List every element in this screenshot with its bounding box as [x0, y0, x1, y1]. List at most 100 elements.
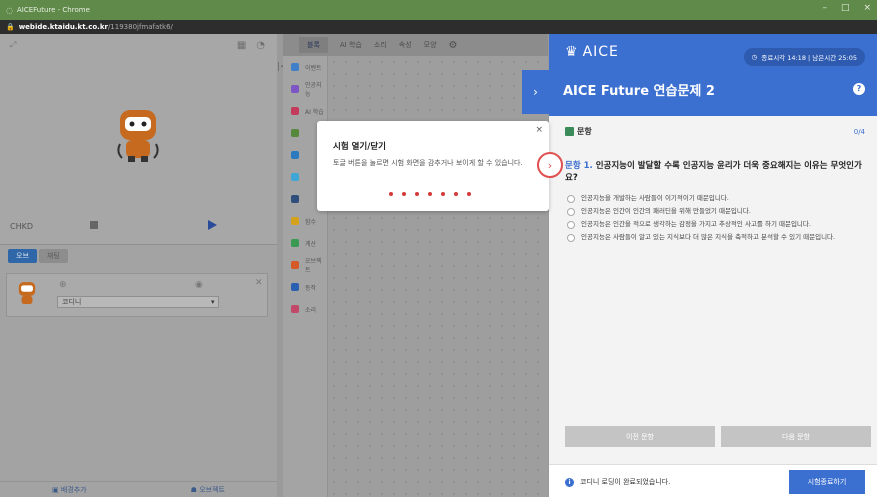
popup-next-button[interactable]: › — [537, 152, 563, 178]
end-exam-button[interactable]: 시험종료하기 — [789, 470, 865, 494]
answer-option-text: 인공지능은 사람들이 알고 있는 지식보다 더 많은 지식을 축적하고 분석할 … — [581, 233, 836, 241]
step-dots — [389, 192, 471, 196]
add-object-button[interactable]: ☗ 오브젝트 — [191, 485, 225, 495]
answer-option-text: 인공지능을 개발하는 사람들이 이기적이기 때문입니다. — [581, 194, 729, 202]
category-icon — [291, 305, 299, 313]
question-icon — [565, 127, 574, 136]
step-dot[interactable] — [454, 192, 458, 196]
aice-logo-text: AICE — [582, 44, 619, 60]
category-icon — [291, 283, 299, 291]
category-icon — [291, 129, 299, 137]
category-label: AI 학습 — [305, 108, 324, 116]
help-button[interactable]: ? — [853, 83, 865, 95]
question-nav: 이전 문항 다음 문항 — [565, 426, 871, 447]
category-item[interactable]: 동작 — [283, 276, 327, 298]
category-item[interactable]: 계산 — [283, 232, 327, 254]
category-icon — [291, 151, 299, 159]
category-label: 계산 — [305, 240, 317, 248]
tab-properties[interactable]: 속성 — [399, 40, 412, 50]
exam-toggle-button[interactable]: › — [522, 70, 549, 114]
lock-icon: 🔒 — [6, 23, 15, 31]
tab-shape[interactable]: 모양 — [424, 40, 437, 50]
step-dot[interactable] — [389, 192, 393, 196]
chevron-down-icon[interactable]: ▾ — [211, 298, 215, 306]
robot-thumbnail-icon — [18, 282, 36, 304]
visible-icon[interactable]: ◉ — [195, 280, 203, 290]
stage-toolbar: ▦ ◔ — [237, 40, 265, 51]
object-panel: 오브 채팅 ⊕ ◉ ✕ 코디니 ▾ ▣ 배경추가 ☗ 오브젝트 — [0, 244, 277, 497]
app-icon: ◌ — [6, 5, 13, 15]
window-title: AICEFuture - Chrome — [16, 6, 90, 14]
category-item[interactable]: 함수 — [283, 210, 327, 232]
loading-message: 코디니 로딩이 완료되었습니다. — [580, 478, 671, 486]
question-panel: ♛ AICE ◷ 종료시각 14:18 | 남은시간 25:05 AICE Fu… — [549, 34, 877, 497]
grid-icon[interactable]: ▦ — [237, 40, 246, 51]
lock-object-icon[interactable]: ⊕ — [59, 280, 67, 290]
radio-button[interactable] — [567, 221, 575, 229]
next-question-button[interactable]: 다음 문항 — [721, 426, 871, 447]
category-label: 오브젝트 — [304, 258, 322, 274]
maximize-button[interactable]: □ — [841, 3, 850, 13]
category-item[interactable]: 소리 — [283, 298, 327, 320]
step-dot[interactable] — [428, 192, 432, 196]
aice-logo-icon: ♛ — [565, 44, 579, 60]
step-dot[interactable] — [441, 192, 445, 196]
robot-sprite[interactable] — [116, 108, 160, 164]
url-host: webide.ktaidu.kt.co.kr — [18, 23, 108, 31]
category-icon — [291, 85, 299, 93]
step-dot[interactable] — [415, 192, 419, 196]
object-tabs: 오브 채팅 — [0, 245, 277, 267]
question-footer: i 코디니 로딩이 완료되었습니다. 시험종료하기 — [549, 464, 877, 497]
stop-button[interactable] — [90, 221, 98, 229]
radio-button[interactable] — [567, 195, 575, 203]
category-item[interactable]: 이벤트 — [283, 56, 327, 78]
question-stem: 인공지능이 발달할 수록 인공지능 윤리가 더욱 중요해지는 이유는 무엇인가요… — [565, 161, 862, 183]
tab-chat[interactable]: 채팅 — [38, 249, 68, 263]
prev-question-button[interactable]: 이전 문항 — [565, 426, 715, 447]
expand-icon[interactable]: ⤢ — [10, 40, 16, 50]
play-button[interactable] — [208, 220, 217, 230]
answer-option[interactable]: 인공지능은 인간을 적으로 생각하는 감정을 가지고 추상적인 사고를 하기 때… — [567, 220, 872, 229]
answer-option-text: 인공지능은 인간을 적으로 생각하는 감정을 가지고 추상적인 사고를 하기 때… — [581, 220, 811, 228]
question-body: 문항 0/4 문항 1. 인공지능이 발달할 수록 인공지능 윤리가 더욱 중요… — [549, 116, 877, 497]
add-background-button[interactable]: ▣ 배경추가 — [52, 485, 87, 495]
answer-options: 인공지능을 개발하는 사람들이 이기적이기 때문입니다. 인공지능은 인간이 인간… — [567, 194, 872, 246]
radio-button[interactable] — [567, 208, 575, 216]
object-item[interactable]: ⊕ ◉ ✕ 코디니 ▾ — [6, 273, 268, 317]
delete-object-icon[interactable]: ✕ — [255, 278, 263, 288]
step-dot[interactable] — [402, 192, 406, 196]
answer-option[interactable]: 인공지능은 사람들이 알고 있는 지식보다 더 많은 지식을 축적하고 분석할 … — [567, 233, 872, 242]
clock-icon: ◷ — [751, 53, 758, 61]
question-text: 문항 1. 인공지능이 발달할 수록 인공지능 윤리가 더욱 중요해지는 이유는… — [565, 160, 870, 184]
object-name-field[interactable]: 코디니 — [57, 296, 219, 308]
tab-blocks[interactable]: 블록 — [299, 37, 328, 53]
ide-app: ⤢ ▦ ◔ CHKD 오브 채팅 ⊕ ◉ ✕ 코디니 ▾ ▣ 배경추가 ☗ 오브… — [0, 34, 877, 497]
address-bar[interactable]: 🔒 webide.ktaidu.kt.co.kr /119380jfmafatk… — [0, 20, 877, 34]
popup-description: 토글 버튼을 눌르면 시험 화면을 감추거나 보이게 할 수 있습니다. — [333, 159, 523, 167]
timer-text: 종료시각 14:18 | 남은시간 25:05 — [761, 54, 857, 62]
radio-button[interactable] — [567, 234, 575, 242]
window-titlebar: ◌ AICEFuture - Chrome – □ × — [0, 0, 877, 20]
tab-object[interactable]: 오브 — [8, 249, 37, 263]
tab-sound[interactable]: 소리 — [374, 40, 387, 50]
stage-area: ⤢ ▦ ◔ CHKD — [0, 34, 277, 244]
category-item[interactable]: 인공지능 — [283, 78, 327, 100]
category-label: 인공지능 — [304, 82, 322, 98]
close-icon[interactable]: × — [535, 125, 543, 135]
category-item[interactable]: AI 학습 — [283, 100, 327, 122]
minimize-button[interactable]: – — [822, 3, 827, 13]
step-dot[interactable] — [467, 192, 471, 196]
category-label: 함수 — [305, 218, 317, 226]
answer-option[interactable]: 인공지능을 개발하는 사람들이 이기적이기 때문입니다. — [567, 194, 872, 203]
category-icon — [291, 173, 299, 181]
category-item[interactable]: 오브젝트 — [283, 254, 327, 276]
tab-ai-learning[interactable]: AI 학습 — [340, 40, 362, 50]
stage-label: CHKD — [10, 221, 34, 231]
category-icon — [291, 239, 299, 247]
speed-icon[interactable]: ◔ — [256, 40, 265, 51]
close-window-button[interactable]: × — [863, 3, 871, 13]
gear-icon[interactable]: ⚙ — [449, 40, 458, 51]
add-background-label: 배경추가 — [60, 486, 87, 494]
answer-option[interactable]: 인공지능은 인간이 인간의 패러딘을 위해 만들었기 때문입니다. — [567, 207, 872, 216]
window-controls: – □ × — [822, 3, 871, 13]
